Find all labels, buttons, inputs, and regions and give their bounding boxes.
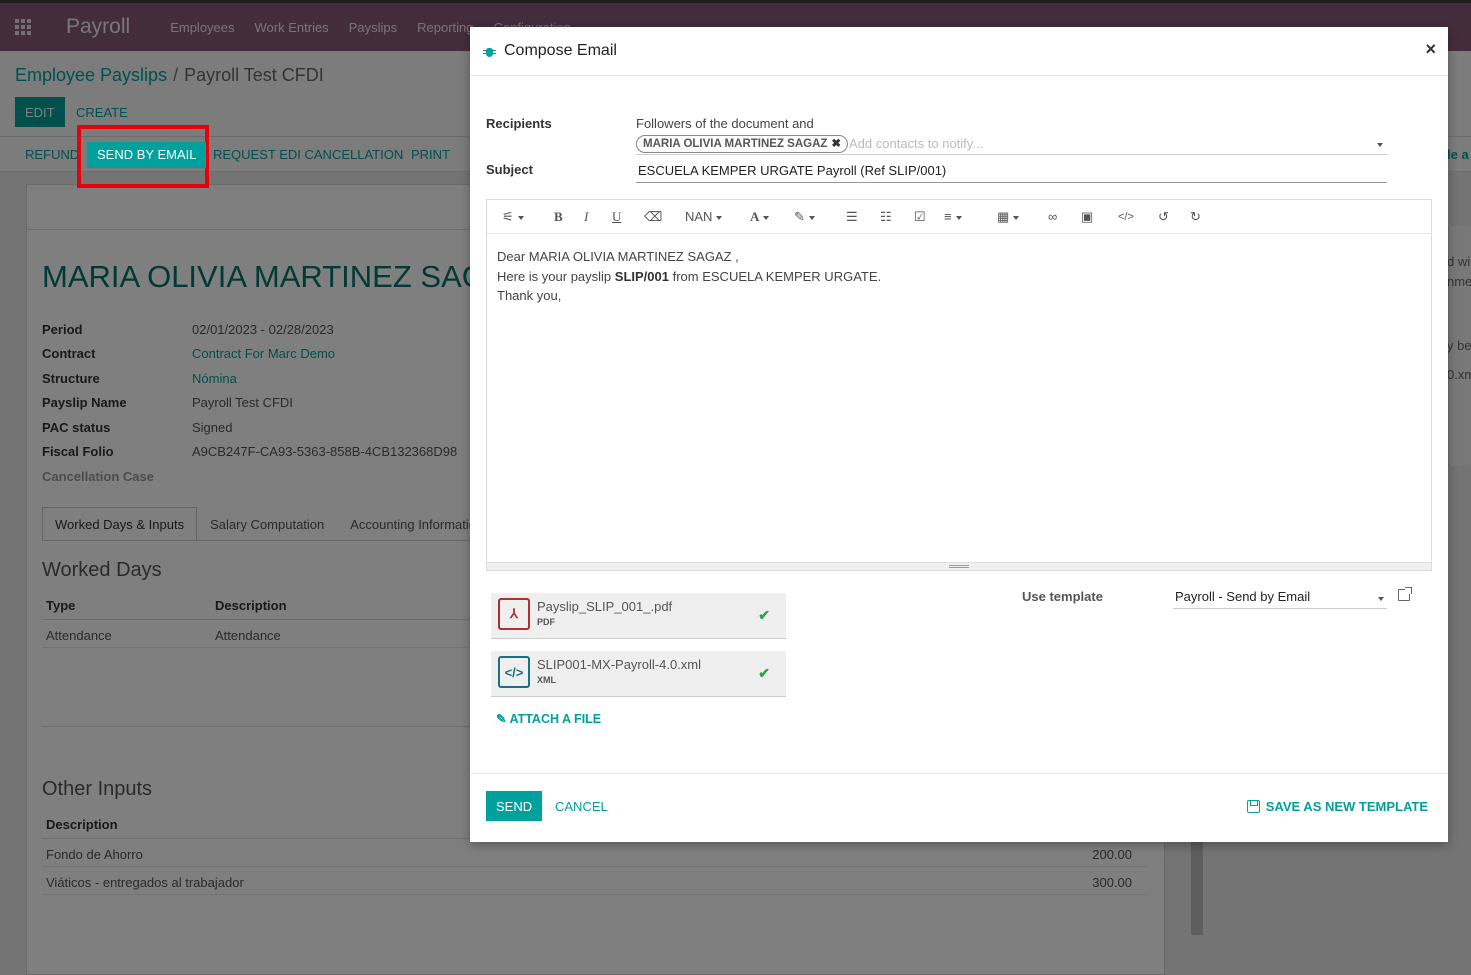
template-value: Payroll - Send by Email [1175,589,1311,604]
underline-icon[interactable]: U [612,209,621,225]
body-text: from ESCUELA KEMPER URGATE. [668,268,882,284]
align-icon[interactable]: ≡ [944,209,962,225]
bullet-list-icon[interactable]: ☰ [846,209,858,225]
save-template-label: SAVE AS NEW TEMPLATE [1265,798,1428,814]
magic-wand-icon[interactable]: ⚟ [502,209,524,225]
close-icon[interactable]: × [1425,39,1436,60]
dialog-header: Compose Email × [470,27,1448,76]
email-body-editor[interactable]: ⚟ B I U ⌫ NAN A ✎ ☰ ☷ ☑ ≡ ▦ ∞ ▣ </> ↺ ↻ … [486,199,1432,571]
external-link-icon[interactable] [1398,587,1412,601]
body-line: Thank you, [497,288,562,303]
redo-icon[interactable]: ↻ [1190,209,1201,225]
check-icon: ✔ [758,607,770,623]
dialog-footer: SEND CANCEL SAVE AS NEW TEMPLATE [470,773,1448,842]
paint-brush-icon[interactable]: ✎ [794,209,815,225]
link-icon[interactable]: ∞ [1048,209,1057,225]
save-as-new-template-button[interactable]: SAVE AS NEW TEMPLATE [1246,791,1428,821]
chevron-down-icon[interactable] [1377,143,1383,147]
check-icon: ✔ [758,665,770,681]
pdf-file-icon: ⅄ [498,598,530,630]
resize-handle[interactable] [487,562,1431,570]
eraser-icon[interactable]: ⌫ [644,209,662,225]
cancel-button[interactable]: CANCEL [549,791,614,821]
send-by-email-button-highlighted[interactable]: SEND BY EMAIL [87,142,207,168]
recipients-placeholder: Add contacts to notify... [849,136,984,151]
attachment-item[interactable]: ⅄ Payslip_SLIP_001_.pdf PDF ✔ [491,593,786,639]
body-line: Here is your payslip SLIP/001 from ESCUE… [497,267,1421,287]
send-button[interactable]: SEND [486,791,543,821]
table-icon[interactable]: ▦ [997,209,1020,225]
followers-text: Followers of the document and [636,116,814,131]
italic-icon[interactable]: I [584,209,588,225]
attachment-item[interactable]: </> SLIP001-MX-Payroll-4.0.xml XML ✔ [491,651,786,697]
recipient-tag: MARIA OLIVIA MARTINEZ SAGAZ ✖ [636,135,849,153]
checklist-icon[interactable]: ☑ [914,209,926,225]
chevron-down-icon[interactable] [1378,597,1384,601]
template-select[interactable]: Payroll - Send by Email [1173,587,1387,609]
image-icon[interactable]: ▣ [1081,209,1093,225]
font-size-dropdown[interactable]: NAN [685,209,723,225]
dialog-title: Compose Email [504,42,617,59]
paperclip-icon: ✎ [496,712,510,726]
attachment-name: Payslip_SLIP_001_.pdf [537,599,673,614]
code-file-icon: </> [498,656,530,688]
font-size-value: NAN [685,209,713,224]
recipients-label: Recipients [486,116,552,131]
subject-label: Subject [486,162,533,177]
floppy-disk-icon [1246,799,1260,813]
remove-tag-icon[interactable]: ✖ [831,138,841,150]
use-template-label: Use template [1022,589,1103,604]
attach-file-link[interactable]: ✎ ATTACH A FILE [496,711,601,726]
body-text: Here is your payslip [497,268,615,284]
editor-toolbar: ⚟ B I U ⌫ NAN A ✎ ☰ ☷ ☑ ≡ ▦ ∞ ▣ </> ↺ ↻ [487,200,1431,234]
attach-file-label: ATTACH A FILE [509,712,602,726]
compose-email-dialog: Compose Email × Recipients Followers of … [470,27,1448,842]
bold-icon[interactable]: B [554,209,563,225]
recipient-tag-label: MARIA OLIVIA MARTINEZ SAGAZ [643,138,828,150]
subject-input[interactable]: ESCUELA KEMPER URGATE Payroll (Ref SLIP/… [636,159,1387,183]
email-body-content[interactable]: Dear MARIA OLIVIA MARTINEZ SAGAZ , Here … [487,234,1431,319]
recipients-input[interactable]: MARIA OLIVIA MARTINEZ SAGAZ ✖ Add contact… [636,133,1387,155]
font-color-icon[interactable]: A [750,209,770,225]
attachment-name: SLIP001-MX-Payroll-4.0.xml [537,657,701,672]
attachment-ext: PDF [537,617,555,627]
body-bold-text: SLIP/001 [614,268,669,284]
undo-icon[interactable]: ↺ [1158,209,1169,225]
numbered-list-icon[interactable]: ☷ [880,209,892,225]
code-view-icon[interactable]: </> [1118,209,1134,225]
attachment-ext: XML [537,675,556,685]
body-line: Dear MARIA OLIVIA MARTINEZ SAGAZ , [497,249,739,264]
bug-icon [483,45,496,58]
